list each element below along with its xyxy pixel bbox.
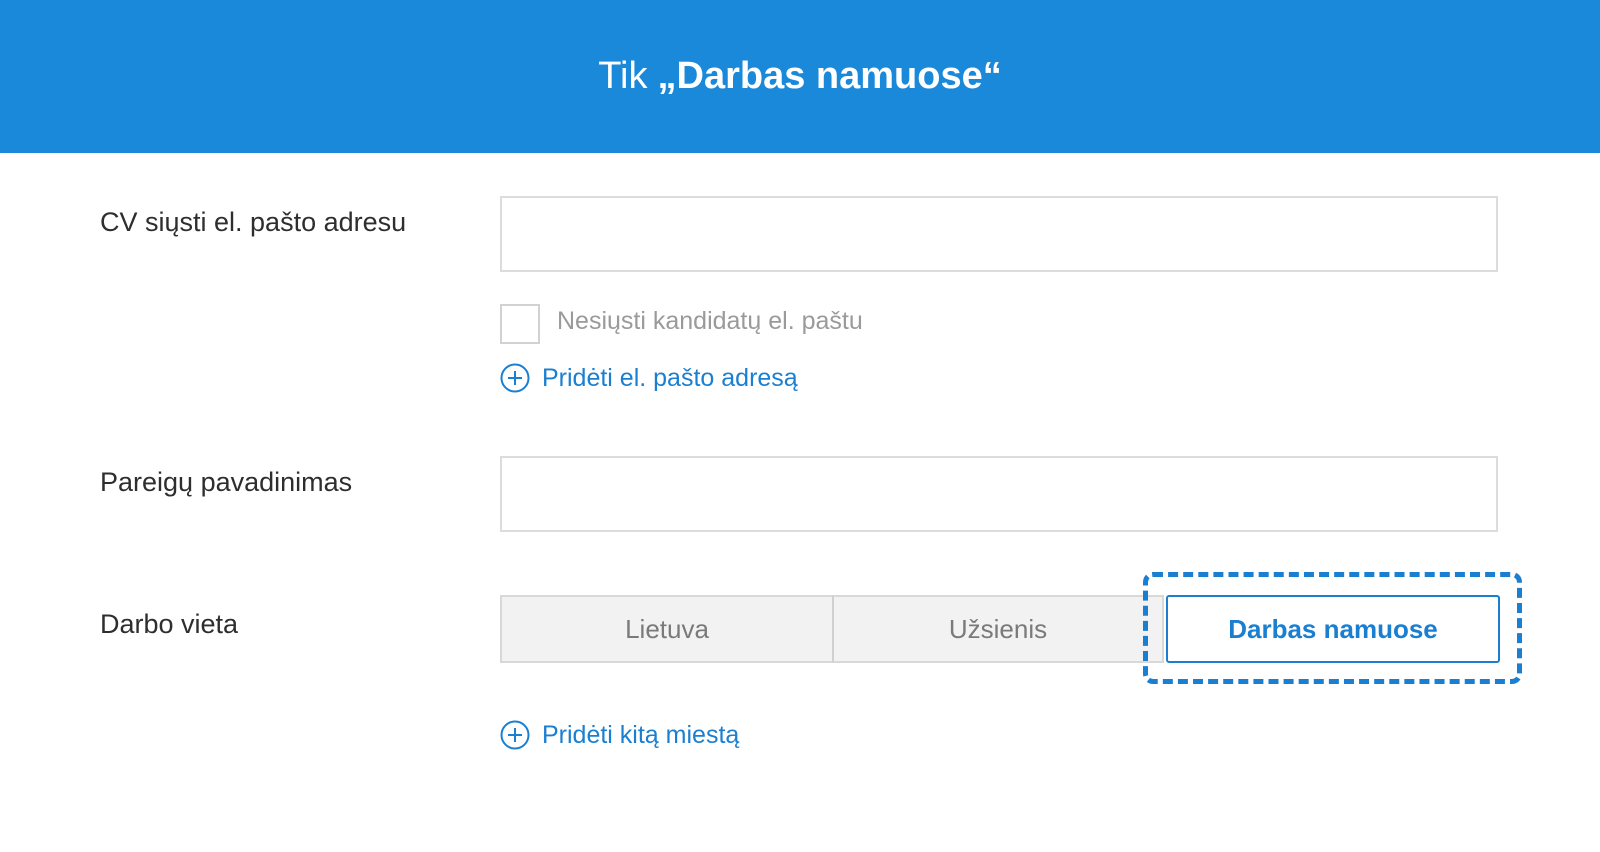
workplace-option-uzsienis[interactable]: Užsienis — [832, 595, 1164, 663]
page-title-prefix: Tik — [598, 55, 648, 97]
plus-circle-icon — [500, 363, 530, 393]
add-email-link[interactable]: Pridėti el. pašto adresą — [500, 363, 798, 393]
position-field[interactable] — [500, 456, 1498, 532]
page-title: „Darbas namuose“ — [657, 55, 1002, 97]
workplace-option-darbas-namuose[interactable]: Darbas namuose — [1166, 595, 1500, 663]
add-city-link[interactable]: Pridėti kitą miestą — [500, 720, 739, 750]
plus-circle-icon — [500, 720, 530, 750]
workplace-label: Darbo vieta — [100, 609, 239, 639]
add-email-link-label: Pridėti el. pašto adresą — [542, 363, 798, 392]
email-field[interactable] — [500, 196, 1498, 272]
add-city-link-label: Pridėti kitą miestą — [542, 720, 740, 749]
page-header: Tik „Darbas namuose“ — [0, 0, 1600, 153]
workplace-option-lietuva[interactable]: Lietuva — [500, 595, 834, 663]
email-label: CV siųsti el. pašto adresu — [100, 207, 407, 237]
position-label: Pareigų pavadinimas — [100, 467, 353, 497]
no-email-checkbox-label: Nesiųsti kandidatų el. paštu — [557, 307, 863, 335]
no-email-checkbox[interactable] — [500, 304, 540, 344]
